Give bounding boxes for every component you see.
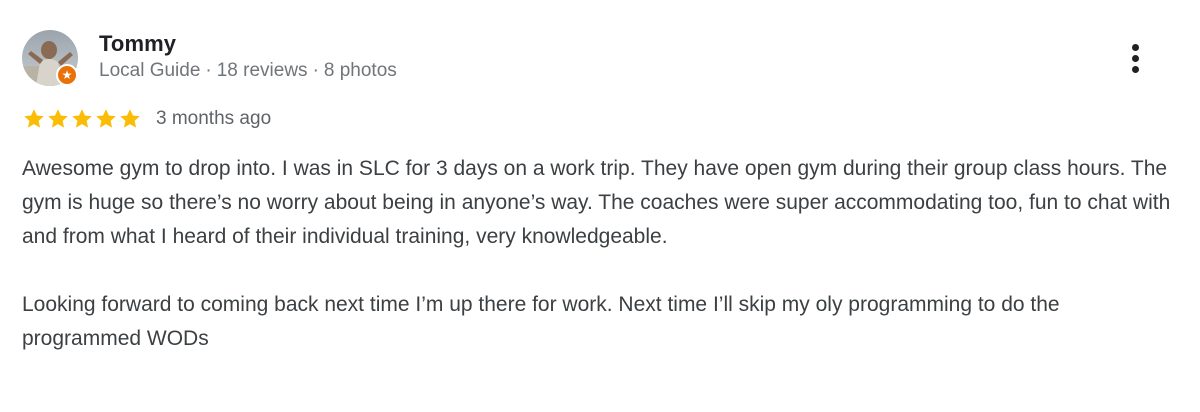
star-icon: [72, 109, 92, 128]
review-paragraph: Looking forward to coming back next time…: [22, 293, 1060, 350]
more-options-button[interactable]: [1116, 38, 1156, 78]
review-count: 18 reviews: [216, 60, 308, 81]
review-card: ★ Tommy Local Guide · 18 reviews · 8 photos …: [0, 0, 1200, 412]
rating-row: 3 months ago: [22, 104, 271, 134]
star-icon: [120, 109, 140, 128]
reviewer-meta[interactable]: Local Guide · 18 reviews · 8 photos: [99, 60, 397, 82]
local-guide-label: Local Guide: [99, 60, 201, 81]
meta-separator: ·: [312, 60, 319, 81]
review-date: 3 months ago: [156, 108, 272, 129]
star-badge-icon: ★: [56, 64, 78, 86]
review-paragraph: Awesome gym to drop into. I was in SLC f…: [22, 157, 1171, 248]
photo-count: 8 photos: [323, 60, 397, 81]
review-text: Awesome gym to drop into. I was in SLC f…: [22, 152, 1172, 356]
star-icon: [24, 109, 44, 128]
star-icon: [48, 109, 68, 128]
meta-separator: ·: [205, 60, 212, 81]
star-icon: [96, 109, 116, 128]
reviewer-name[interactable]: Tommy: [99, 31, 176, 57]
star-rating: [22, 107, 142, 131]
